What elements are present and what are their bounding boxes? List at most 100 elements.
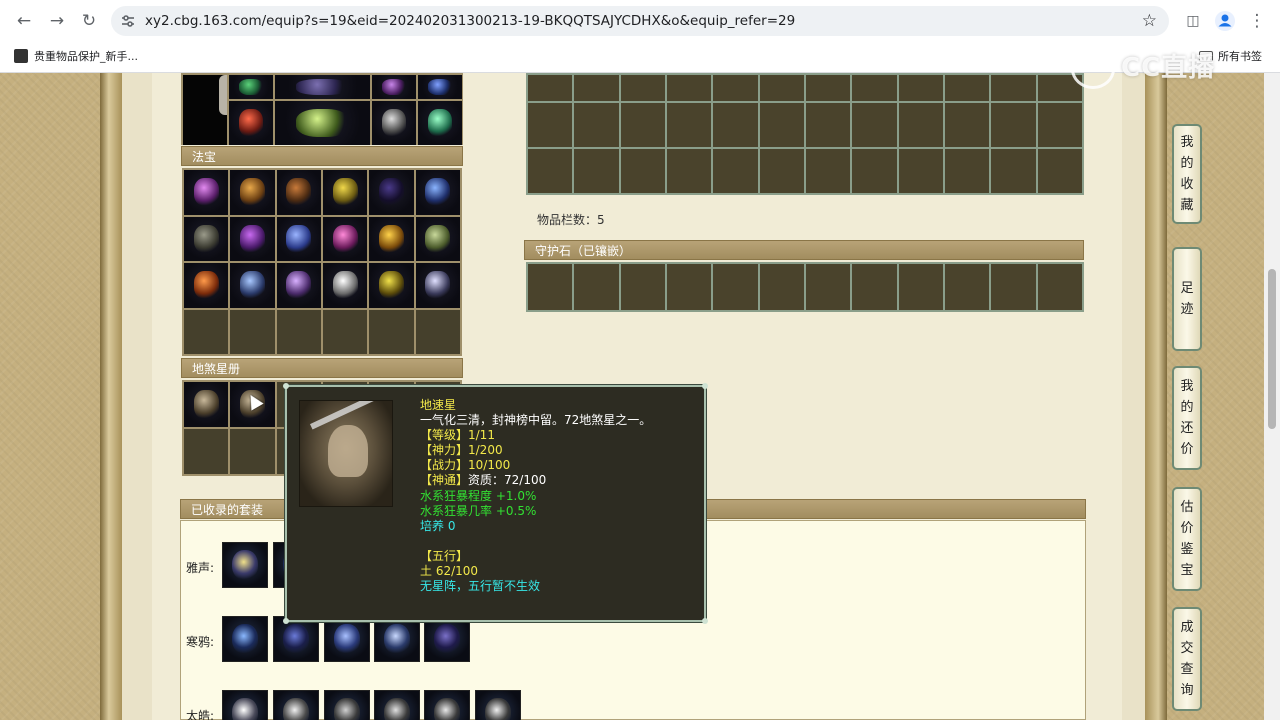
fabao-grid bbox=[182, 168, 462, 356]
suit-item-icon[interactable] bbox=[222, 690, 268, 720]
side-nav-trade-query[interactable]: 成交查询 bbox=[1172, 607, 1202, 711]
star-shentong: 【神通】资质：72/100 bbox=[420, 473, 651, 488]
back-icon[interactable]: ← bbox=[11, 8, 37, 34]
side-nav-label: 我的收藏 bbox=[1180, 135, 1194, 213]
fabao-slot-empty bbox=[369, 309, 414, 354]
suit-item-icon[interactable] bbox=[424, 690, 470, 720]
all-bookmarks-label: 所有书签 bbox=[1218, 50, 1262, 63]
fabao-slot-empty bbox=[276, 309, 321, 354]
suit-item-icon[interactable] bbox=[374, 690, 420, 720]
item-slot-count: 物品栏数：5 bbox=[537, 213, 605, 227]
suit-item-icon[interactable] bbox=[424, 616, 470, 662]
suit-item-icon[interactable] bbox=[324, 690, 370, 720]
fabao-slot-empty bbox=[184, 309, 229, 354]
equip-slot[interactable] bbox=[275, 101, 370, 145]
suit-item-icon[interactable] bbox=[324, 616, 370, 662]
suit-item-icon[interactable] bbox=[222, 542, 268, 588]
suit-label: 太皓: bbox=[186, 709, 215, 720]
fabao-title: 法宝 bbox=[181, 146, 463, 166]
fabao-slot[interactable] bbox=[369, 216, 414, 261]
equip-slot[interactable] bbox=[372, 101, 416, 145]
stream-watermark: CC直播 bbox=[1071, 47, 1215, 89]
star-tooltip: 地速星 一气化三清，封神榜中留。72地煞星之一。 【等级】1/11 【神力】1/… bbox=[283, 383, 708, 624]
star-portrait bbox=[299, 400, 393, 507]
site-settings-icon[interactable] bbox=[119, 12, 137, 30]
fabao-slot[interactable] bbox=[369, 263, 414, 308]
fabao-slot[interactable] bbox=[322, 263, 368, 308]
character-portrait bbox=[183, 75, 227, 145]
side-panel-icon[interactable]: ◫ bbox=[1180, 8, 1206, 34]
fabao-slot[interactable] bbox=[369, 170, 414, 215]
fabao-slot[interactable] bbox=[322, 216, 368, 261]
fabao-slot[interactable] bbox=[415, 263, 460, 308]
url-text[interactable]: xy2.cbg.163.com/equip?s=19&eid=202402031… bbox=[145, 6, 795, 36]
fabao-slot[interactable] bbox=[184, 216, 229, 261]
star-level: 【等级】1/11 bbox=[420, 428, 495, 443]
suit-item-icon[interactable] bbox=[222, 616, 268, 662]
reload-icon[interactable]: ↻ bbox=[76, 8, 102, 34]
fabao-slot[interactable] bbox=[276, 216, 321, 261]
fabao-slot[interactable] bbox=[184, 263, 229, 308]
side-nav-history[interactable]: 足迹 bbox=[1172, 247, 1202, 351]
address-bar[interactable]: xy2.cbg.163.com/equip?s=19&eid=202402031… bbox=[111, 6, 1169, 36]
profile-icon[interactable] bbox=[1212, 8, 1238, 34]
fabao-slot-empty bbox=[230, 309, 275, 354]
fabao-slot[interactable] bbox=[230, 216, 275, 261]
suit-item-icon[interactable] bbox=[273, 690, 319, 720]
star-peiyang: 培养 0 bbox=[420, 518, 456, 533]
storage-grid bbox=[526, 73, 1084, 195]
star-description: 一气化三清，封神榜中留。72地煞星之一。 bbox=[420, 413, 652, 428]
shentong-label: 【神通】 bbox=[420, 473, 469, 488]
right-frame bbox=[1145, 73, 1167, 720]
fabao-slot[interactable] bbox=[415, 170, 460, 215]
bookmark-star-icon[interactable]: ☆ bbox=[1142, 6, 1157, 36]
fabao-slot[interactable] bbox=[415, 216, 460, 261]
scrollbar-thumb[interactable] bbox=[1268, 269, 1276, 429]
equip-slot[interactable] bbox=[229, 75, 273, 99]
equipment-grid bbox=[181, 73, 463, 145]
forward-icon[interactable]: → bbox=[44, 8, 70, 34]
wuxing-value: 土 62/100 bbox=[420, 563, 479, 578]
guardian-stone-title: 守护石（已镶嵌） bbox=[524, 240, 1084, 260]
disha-slot[interactable] bbox=[184, 382, 229, 427]
fabao-slot[interactable] bbox=[230, 263, 275, 308]
disha-slot-empty bbox=[230, 429, 275, 474]
suit-label: 寒鸦: bbox=[186, 635, 215, 649]
fabao-slot[interactable] bbox=[230, 170, 275, 215]
side-nav-favorites[interactable]: 我的收藏 bbox=[1172, 124, 1202, 224]
bookmark-label: 贵重物品保护_新手... bbox=[34, 50, 138, 63]
equip-slot[interactable] bbox=[418, 101, 462, 145]
suit-item-icon[interactable] bbox=[273, 616, 319, 662]
equip-slot[interactable] bbox=[418, 75, 462, 99]
side-nav-label: 足迹 bbox=[1180, 281, 1194, 317]
side-nav-label: 估价鉴宝 bbox=[1180, 500, 1194, 578]
suit-item-icon[interactable] bbox=[475, 690, 521, 720]
fabao-slot[interactable] bbox=[184, 170, 229, 215]
side-nav-my-offers[interactable]: 我的还价 bbox=[1172, 366, 1202, 470]
disha-slot-empty bbox=[184, 429, 229, 474]
menu-icon[interactable]: ⋮ bbox=[1244, 8, 1270, 34]
fabao-slot[interactable] bbox=[276, 263, 321, 308]
equip-slot[interactable] bbox=[275, 75, 370, 99]
equip-slot[interactable] bbox=[229, 101, 273, 145]
star-zhanli: 【战力】10/100 bbox=[420, 458, 511, 473]
side-nav-label: 成交查询 bbox=[1180, 620, 1194, 698]
suit-label: 雅声: bbox=[186, 561, 215, 575]
tooltip-text: 地速星 一气化三清，封神榜中留。72地煞星之一。 【等级】1/11 【神力】1/… bbox=[420, 398, 651, 594]
side-nav-appraisal[interactable]: 估价鉴宝 bbox=[1172, 487, 1202, 591]
wuxing-title: 【五行】 bbox=[420, 548, 469, 563]
side-nav-label: 我的还价 bbox=[1180, 379, 1194, 457]
page-scrollbar[interactable] bbox=[1264, 73, 1280, 720]
star-stat: 水系狂暴几率 +0.5% bbox=[420, 503, 537, 518]
star-stat: 水系狂暴程度 +1.0% bbox=[420, 488, 537, 503]
wuxing-note: 无星阵，五行暂不生效 bbox=[420, 579, 541, 594]
shentong-value: 资质：72/100 bbox=[468, 473, 547, 488]
suit-item-icon[interactable] bbox=[374, 616, 420, 662]
bookmark-item[interactable]: 贵重物品保护_新手... bbox=[14, 47, 138, 65]
equip-slot[interactable] bbox=[372, 75, 416, 99]
star-shenli: 【神力】1/200 bbox=[420, 443, 503, 458]
fabao-slot-empty bbox=[415, 309, 460, 354]
fabao-slot[interactable] bbox=[322, 170, 368, 215]
fabao-slot[interactable] bbox=[276, 170, 321, 215]
bookmark-favicon-icon bbox=[14, 49, 28, 63]
